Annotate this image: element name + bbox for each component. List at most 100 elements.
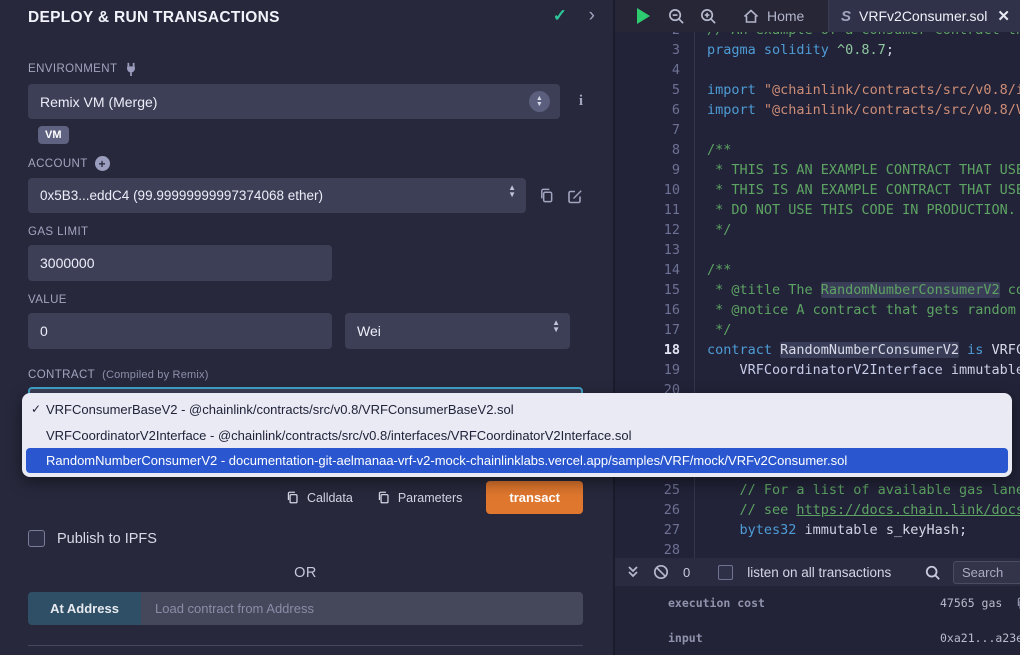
dropdown-option-label: VRFCoordinatorV2Interface - @chainlink/c… [46, 428, 631, 443]
dropdown-option[interactable]: VRFCoordinatorV2Interface - @chainlink/c… [22, 423, 1012, 448]
editor-panel: Home S VRFv2Consumer.sol ✕ 2// An exampl… [615, 0, 1020, 655]
line-number: 9 [615, 160, 695, 180]
select-arrows-icon: ▲▼ [552, 319, 560, 333]
copy-account-icon[interactable] [539, 188, 554, 203]
run-script-play-icon[interactable] [637, 8, 650, 24]
account-label: ACCOUNT + [28, 156, 583, 171]
code-line[interactable]: 12 */ [615, 220, 1020, 240]
code-editor[interactable]: 2// An example of a consumer contract th… [615, 32, 1020, 558]
listen-all-transactions-checkbox[interactable] [718, 565, 733, 580]
line-number: 11 [615, 200, 695, 220]
environment-select[interactable]: Remix VM (Merge) ▲▼ [28, 84, 560, 119]
account-select[interactable]: 0x5B3...eddC4 (99.99999999997374068 ethe… [28, 178, 526, 213]
expand-terminal-chevrons-icon[interactable] [627, 565, 639, 579]
code-line[interactable]: 9 * THIS IS AN EXAMPLE CONTRACT THAT USE… [615, 160, 1020, 180]
terminal-row: execution cost47565 gas [615, 596, 1020, 610]
line-content: // For a list of available gas lanes [695, 480, 1020, 500]
zoom-out-icon[interactable] [668, 8, 685, 25]
publish-ipfs-checkbox[interactable] [28, 530, 45, 547]
line-number: 17 [615, 320, 695, 340]
clear-console-ban-icon[interactable] [653, 564, 669, 580]
solidity-icon: S [841, 8, 851, 25]
at-address-input[interactable] [141, 592, 583, 625]
transact-button[interactable]: transact [486, 481, 583, 514]
code-line[interactable]: 7 [615, 120, 1020, 140]
select-arrows-icon: ▲▼ [529, 91, 550, 112]
edit-account-icon[interactable] [567, 188, 583, 204]
terminal-content[interactable]: execution cost47565 gas input0xa21...a23e… [615, 586, 1020, 655]
line-content: /** [695, 140, 731, 160]
terminal-rows: execution cost47565 gas input0xa21...a23e… [615, 596, 1020, 645]
dropdown-option-label: RandomNumberConsumerV2 - documentation-g… [46, 453, 847, 468]
dropdown-option[interactable]: ✓VRFConsumerBaseV2 - @chainlink/contract… [22, 397, 1012, 422]
line-number: 4 [615, 60, 695, 80]
value-input[interactable]: 0 [28, 313, 332, 349]
code-line[interactable]: 25 // For a list of available gas lanes [615, 480, 1020, 500]
terminal-search-input[interactable] [953, 561, 1020, 584]
code-line[interactable]: 26 // see https://docs.chain.link/docs, [615, 500, 1020, 520]
line-content [695, 540, 707, 558]
code-line[interactable]: 28 [615, 540, 1020, 558]
code-line[interactable]: 8/** [615, 140, 1020, 160]
code-line[interactable]: 15 * @title The RandomNumberConsumerV2 c… [615, 280, 1020, 300]
parameters-action[interactable]: Parameters [377, 491, 463, 505]
environment-info-icon[interactable]: i [579, 93, 583, 110]
home-icon [743, 9, 759, 24]
close-tab-icon[interactable]: ✕ [997, 7, 1010, 25]
terminal-row: input0xa21...a23e4 [615, 631, 1020, 645]
line-number: 6 [615, 100, 695, 120]
add-account-icon[interactable]: + [95, 156, 110, 171]
code-line[interactable]: 27 bytes32 immutable s_keyHash; [615, 520, 1020, 540]
line-number: 2 [615, 32, 695, 40]
code-line[interactable]: 16 * @notice A contract that gets random… [615, 300, 1020, 320]
code-line[interactable]: 3pragma solidity ^0.8.7; [615, 40, 1020, 60]
line-number: 26 [615, 500, 695, 520]
line-number: 19 [615, 360, 695, 380]
line-number: 5 [615, 80, 695, 100]
zoom-in-icon[interactable] [700, 8, 717, 25]
line-content: import "@chainlink/contracts/src/v0.8/in… [695, 80, 1020, 100]
collapse-panel-chevron-icon[interactable]: › [589, 5, 595, 27]
line-content [695, 240, 707, 260]
code-line[interactable]: 10 * THIS IS AN EXAMPLE CONTRACT THAT US… [615, 180, 1020, 200]
code-line[interactable]: 18contract RandomNumberConsumerV2 is VRF… [615, 340, 1020, 360]
tab-home[interactable]: Home [731, 0, 816, 32]
line-content: */ [695, 220, 731, 240]
line-content: pragma solidity ^0.8.7; [695, 40, 894, 60]
line-content: */ [695, 320, 731, 340]
code-line[interactable]: 14/** [615, 260, 1020, 280]
plug-icon [124, 62, 138, 76]
copy-icon[interactable] [1016, 597, 1020, 610]
code-line[interactable]: 6import "@chainlink/contracts/src/v0.8/V… [615, 100, 1020, 120]
line-number: 3 [615, 40, 695, 60]
at-address-button[interactable]: At Address [28, 592, 141, 625]
compile-success-check-icon: ✓ [553, 6, 567, 26]
line-number: 28 [615, 540, 695, 558]
code-line[interactable]: 11 * DO NOT USE THIS CODE IN PRODUCTION. [615, 200, 1020, 220]
check-icon: ✓ [31, 397, 41, 422]
remix-ide: DEPLOY & RUN TRANSACTIONS ✓ › ENVIRONMEN… [0, 0, 1020, 655]
code-line[interactable]: 4 [615, 60, 1020, 80]
code-line[interactable]: 19 VRFCoordinatorV2Interface immutable [615, 360, 1020, 380]
line-content: * THIS IS AN EXAMPLE CONTRACT THAT USES [695, 160, 1020, 180]
tab-vrfv2consumer[interactable]: S VRFv2Consumer.sol ✕ [828, 0, 1020, 32]
contract-dropdown: ✓VRFConsumerBaseV2 - @chainlink/contract… [22, 393, 1012, 477]
panel-header: DEPLOY & RUN TRANSACTIONS ✓ › [0, 0, 613, 36]
line-number: 10 [615, 180, 695, 200]
code-line[interactable]: 17 */ [615, 320, 1020, 340]
line-content: import "@chainlink/contracts/src/v0.8/VR… [695, 100, 1020, 120]
dropdown-option[interactable]: RandomNumberConsumerV2 - documentation-g… [26, 448, 1008, 473]
value-unit-select[interactable]: Wei ▲▼ [345, 313, 570, 349]
gas-limit-input[interactable]: 3000000 [28, 245, 332, 281]
value-label: VALUE [28, 294, 583, 306]
line-content: // An example of a consumer contract tha… [695, 32, 1020, 40]
code-line[interactable]: 5import "@chainlink/contracts/src/v0.8/i… [615, 80, 1020, 100]
listen-all-transactions-label: listen on all transactions [747, 565, 891, 580]
line-content: /** [695, 260, 731, 280]
terminal-row-value: 0xa21...a23e4 [940, 631, 1020, 645]
line-content: // see https://docs.chain.link/docs, [695, 500, 1020, 520]
terminal-row-label: input [668, 631, 940, 645]
code-line[interactable]: 13 [615, 240, 1020, 260]
calldata-action[interactable]: Calldata [286, 491, 353, 505]
code-line[interactable]: 2// An example of a consumer contract th… [615, 32, 1020, 40]
